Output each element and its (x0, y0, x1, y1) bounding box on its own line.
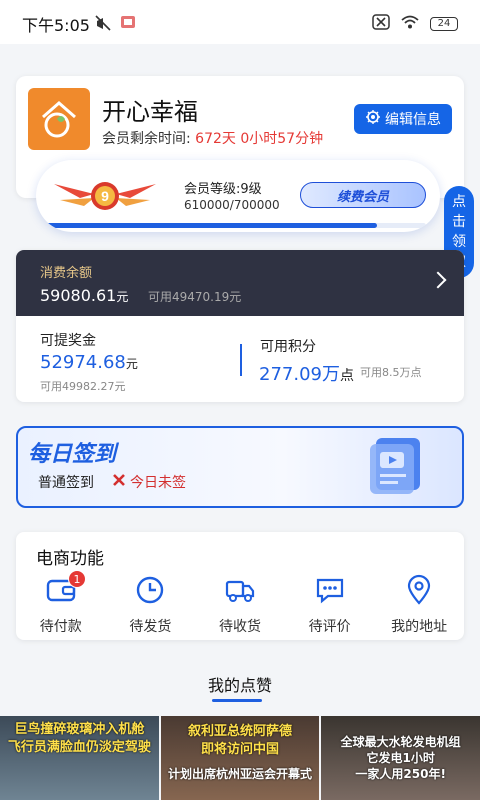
renew-membership-button[interactable]: 续费会员 (300, 182, 426, 208)
user-name: 开心幸福 (102, 98, 198, 126)
ec-item-pending-review[interactable]: 待评价 (285, 574, 375, 636)
ec-item-label: 待发货 (129, 619, 172, 635)
chat-icon (314, 574, 346, 610)
points-unit: 点 (339, 368, 354, 384)
my-likes-title[interactable]: 我的点赞 (0, 672, 480, 696)
ec-item-my-address[interactable]: 我的地址 (374, 574, 464, 636)
document-video-icon (366, 432, 432, 498)
close-box-icon (372, 14, 390, 34)
consumption-balance-value: 59080.61元 (40, 286, 128, 305)
tab-underline (212, 699, 262, 702)
consumption-balance-available: 可用49470.19元 (148, 290, 242, 304)
points-amount: 277.09万 (259, 364, 340, 385)
withdraw-bonus-amount: 52974.68 (40, 352, 126, 373)
ec-item-pending-shipment[interactable]: 待发货 (106, 574, 196, 636)
x-icon (112, 473, 126, 491)
status-bar: 下午5:05 24 (0, 0, 480, 44)
daily-signin-title: 每日签到 (28, 442, 117, 467)
signin-type: 普通签到 (38, 475, 94, 491)
withdraw-bonus-value: 52974.68元 (40, 352, 138, 373)
video-thumbnail[interactable]: 全球最大水轮发电机组 它发电1小时 一家人用250年! (321, 716, 480, 800)
level-badge-number: 9 (101, 188, 109, 204)
pending-payment-badge: 1 (68, 570, 86, 588)
level-progress-fill (46, 223, 377, 228)
member-level-points: 610000/700000 (184, 198, 280, 212)
likes-thumbnails: 巨鸟撞碎玻璃冲入机舱 飞行员满脸血仍淡定驾驶 叙利亚总统阿萨德 即将访问中国 计… (0, 716, 480, 800)
gear-icon (365, 109, 381, 129)
consumption-balance-unit: 元 (116, 290, 129, 304)
ecommerce-card: 电商功能 1 待付款 待发货 待收货 待评价 我的地址 (16, 532, 464, 640)
wifi-icon (400, 14, 420, 34)
video-thumbnail[interactable]: 叙利亚总统阿萨德 即将访问中国 计划出席杭州亚运会开幕式 (160, 716, 320, 800)
battery-icon: 24 (430, 17, 458, 31)
avatar[interactable] (28, 88, 90, 150)
edit-info-label: 编辑信息 (385, 112, 441, 128)
ec-item-label: 待评价 (308, 619, 351, 635)
truck-icon (224, 574, 256, 610)
edit-info-button[interactable]: 编辑信息 (354, 104, 452, 134)
withdraw-bonus-unit: 元 (125, 357, 138, 371)
ec-item-pending-receipt[interactable]: 待收货 (195, 574, 285, 636)
mute-icon (94, 14, 112, 36)
consumption-balance-panel[interactable]: 消费余额 59080.61元 可用49470.19元 (16, 250, 464, 316)
ec-item-label: 我的地址 (391, 619, 448, 635)
signin-status: 今日未签 (112, 472, 186, 492)
points-title: 可用积分 (260, 339, 316, 355)
consumption-balance-title: 消费余额 (40, 266, 93, 281)
remaining-label: 会员剩余时间: (102, 131, 191, 147)
ecommerce-title: 电商功能 (36, 549, 104, 569)
thumbnail-caption: 即将访问中国 (201, 742, 280, 757)
remaining-value: 672天 0小时57分钟 (195, 131, 324, 147)
thumbnail-caption: 全球最大水轮发电机组 (340, 735, 461, 749)
withdraw-bonus-available: 可用49982.27元 (40, 380, 126, 393)
chevron-right-icon[interactable] (429, 271, 447, 289)
app-notification-icon (120, 14, 136, 34)
member-level-label: 会员等级:9级 (184, 182, 262, 197)
level-progress-bar (46, 223, 426, 228)
level-badge: 9 (50, 176, 160, 216)
divider (240, 344, 242, 376)
thumbnail-caption: 飞行员满脸血仍淡定驾驶 (7, 740, 151, 755)
thumbnail-caption: 叙利亚总统阿萨德 (188, 724, 293, 739)
ec-item-label: 待收货 (218, 619, 261, 635)
daily-signin-card[interactable]: 每日签到 普通签到 今日未签 (16, 426, 464, 508)
thumbnail-caption: 它发电1小时 (366, 751, 435, 765)
status-time: 下午5:05 (22, 16, 90, 35)
thumbnail-caption: 计划出席杭州亚运会开幕式 (168, 767, 313, 781)
clock-icon (134, 574, 166, 610)
ec-item-label: 待付款 (39, 619, 82, 635)
balance-card: 消费余额 59080.61元 可用49470.19元 可提奖金 52974.68… (16, 250, 464, 402)
points-available: 可用8.5万点 (360, 366, 422, 379)
member-level-card: 9 会员等级:9级 610000/700000 续费会员 (36, 160, 440, 232)
signin-status-text: 今日未签 (130, 475, 186, 491)
withdraw-bonus-title: 可提奖金 (40, 333, 96, 349)
ecommerce-items: 1 待付款 待发货 待收货 待评价 我的地址 (16, 570, 464, 636)
video-thumbnail[interactable]: 巨鸟撞碎玻璃冲入机舱 飞行员满脸血仍淡定驾驶 (0, 716, 159, 800)
membership-remaining: 会员剩余时间: 672天 0小时57分钟 (102, 128, 323, 148)
thumbnail-caption: 巨鸟撞碎玻璃冲入机舱 (14, 722, 145, 737)
location-icon (403, 574, 435, 610)
points-value: 277.09万点 (259, 360, 354, 386)
thumbnail-caption: 一家人用250年! (355, 767, 446, 781)
consumption-balance-amount: 59080.61 (40, 286, 117, 305)
ec-item-pending-payment[interactable]: 1 待付款 (16, 570, 106, 636)
